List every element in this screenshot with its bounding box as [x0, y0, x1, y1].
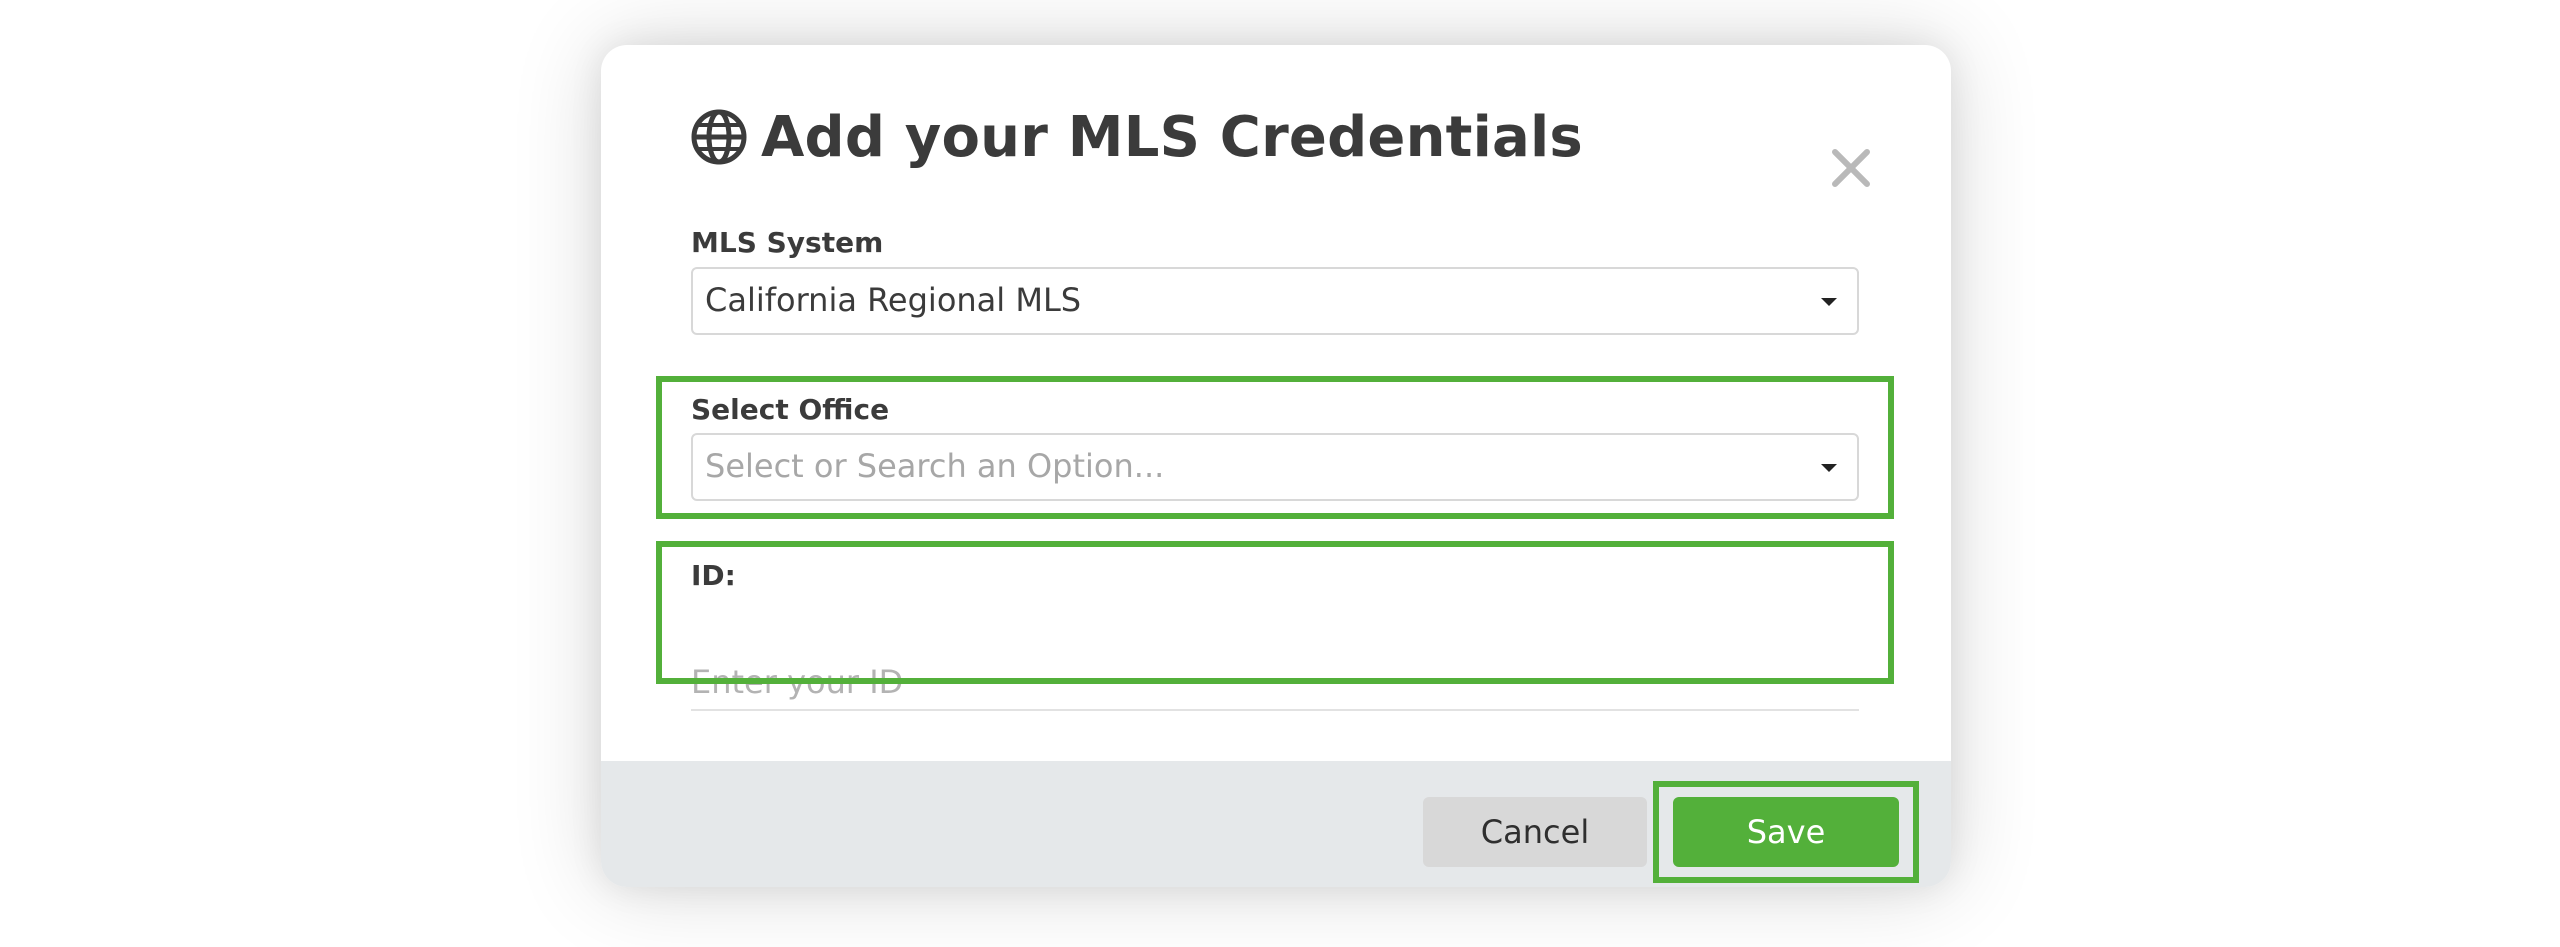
cancel-button[interactable]: Cancel: [1423, 797, 1647, 867]
select-office-placeholder: Select or Search an Option...: [705, 447, 1165, 485]
globe-icon: [691, 109, 747, 165]
mls-system-select[interactable]: California Regional MLS: [691, 267, 1859, 335]
mls-system-label: MLS System: [691, 226, 884, 259]
id-input-underline: [691, 709, 1859, 711]
select-office-select[interactable]: Select or Search an Option...: [691, 433, 1859, 501]
chevron-down-icon: [1821, 464, 1837, 472]
close-icon[interactable]: [1831, 148, 1871, 188]
mls-credentials-dialog: Add your MLS Credentials MLS System Cali…: [601, 45, 1951, 887]
dialog-header: Add your MLS Credentials: [691, 97, 1583, 177]
id-label: ID:: [691, 559, 736, 592]
chevron-down-icon: [1821, 298, 1837, 306]
save-button[interactable]: Save: [1673, 797, 1899, 867]
mls-system-value: California Regional MLS: [705, 281, 1082, 319]
select-office-label: Select Office: [691, 393, 890, 426]
id-input[interactable]: [691, 657, 1859, 707]
dialog-title: Add your MLS Credentials: [761, 104, 1583, 170]
